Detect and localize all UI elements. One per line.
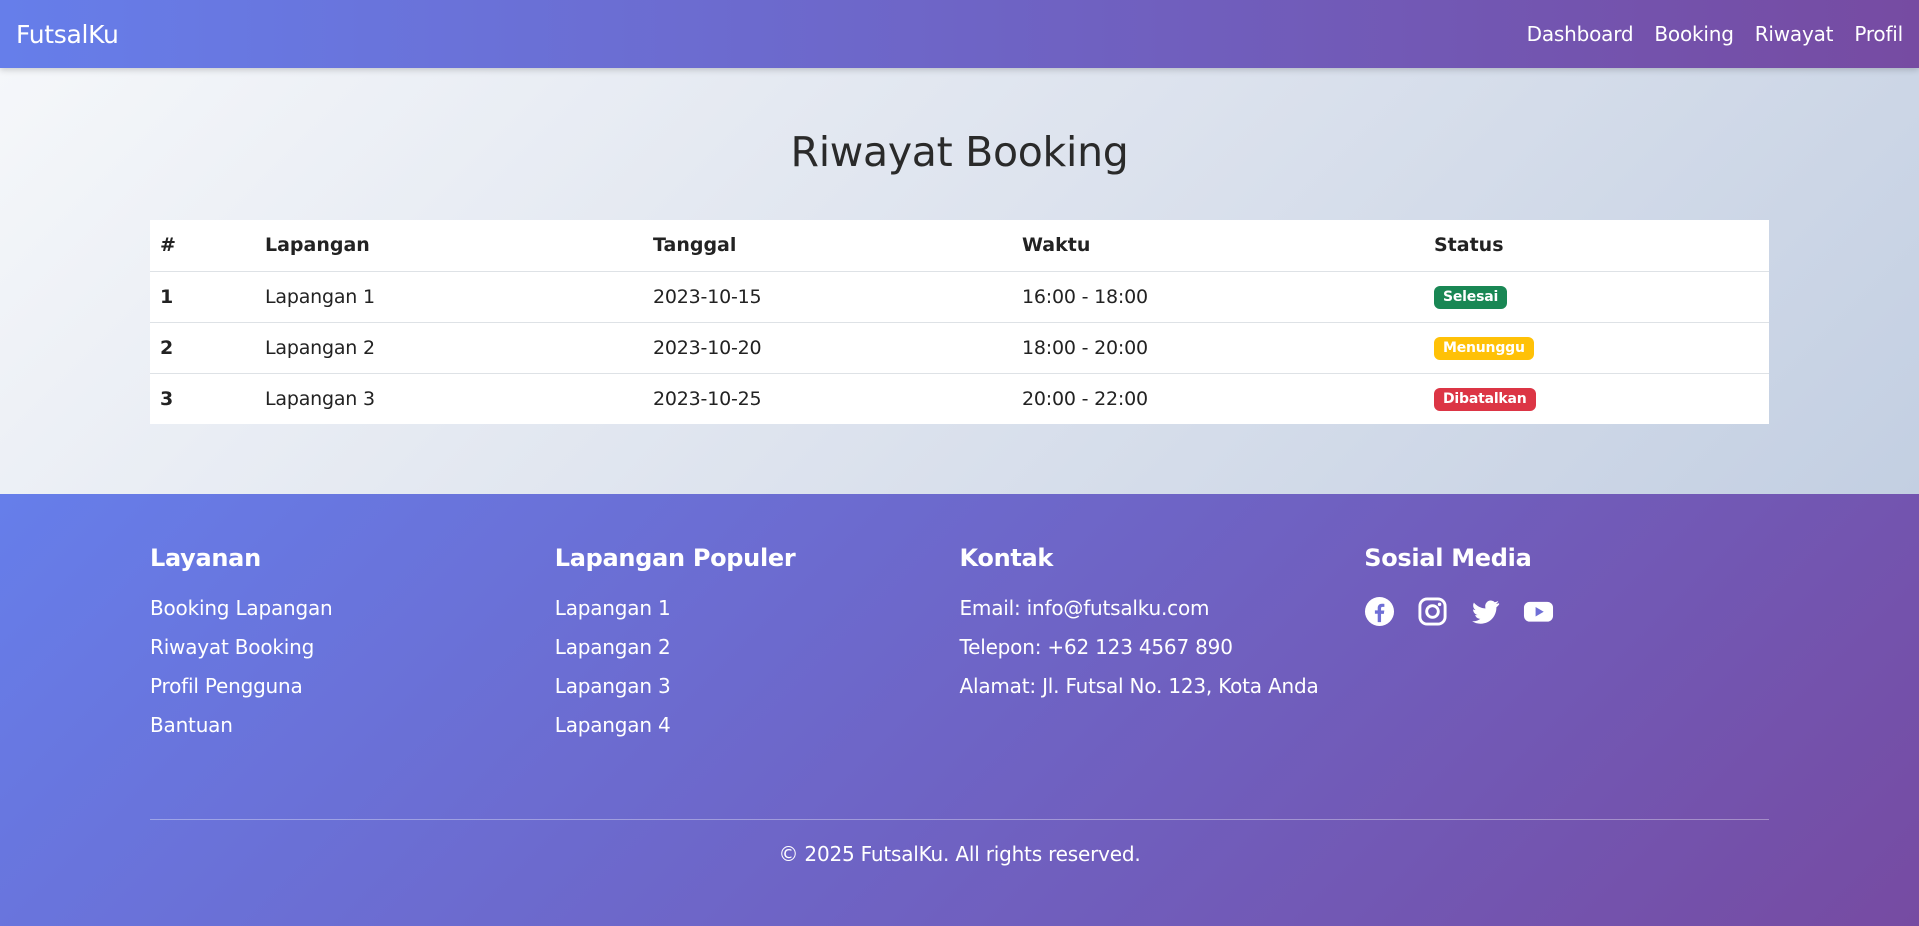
footer-heading-kontak: Kontak [959, 544, 1054, 572]
nav-link-riwayat[interactable]: Riwayat [1755, 22, 1834, 46]
footer-column-lapangan-populer: Lapangan Populer Lapangan 1 Lapangan 2 L… [555, 544, 960, 819]
youtube-icon[interactable] [1523, 596, 1554, 627]
main-content: Riwayat Booking # Lapangan Tanggal Waktu… [0, 68, 1919, 494]
row-number: 3 [150, 372, 255, 424]
footer-link-lapangan-4[interactable]: Lapangan 4 [555, 713, 960, 737]
footer: Layanan Booking Lapangan Riwayat Booking… [0, 494, 1919, 926]
row-number: 2 [150, 321, 255, 373]
cell-status: Selesai [1424, 270, 1769, 322]
contact-phone: Telepon: +62 123 4567 890 [959, 635, 1233, 659]
nav-link-dashboard[interactable]: Dashboard [1527, 22, 1634, 46]
booking-history-table: # Lapangan Tanggal Waktu Status 1 Lapang… [150, 220, 1769, 424]
footer-link-booking-lapangan[interactable]: Booking Lapangan [150, 596, 555, 620]
footer-link-lapangan-2[interactable]: Lapangan 2 [555, 635, 960, 659]
cell-waktu: 18:00 - 20:00 [1012, 321, 1424, 373]
column-header-status: Status [1434, 234, 1504, 257]
cell-waktu: 16:00 - 18:00 [1012, 270, 1424, 322]
footer-link-lapangan-1[interactable]: Lapangan 1 [555, 596, 960, 620]
footer-column-sosial-media: Sosial Media [1364, 544, 1769, 819]
column-header-number: # [160, 234, 176, 257]
footer-link-bantuan[interactable]: Bantuan [150, 713, 555, 737]
nav-link-booking[interactable]: Booking [1654, 22, 1734, 46]
footer-link-lapangan-3[interactable]: Lapangan 3 [555, 674, 960, 698]
cell-tanggal: 2023-10-15 [643, 270, 1012, 322]
footer-heading-layanan: Layanan [150, 544, 261, 572]
nav-link-profil[interactable]: Profil [1854, 22, 1903, 46]
footer-column-kontak: Kontak Email: info@futsalku.com Telepon:… [960, 544, 1365, 819]
footer-heading-lapangan-populer: Lapangan Populer [554, 544, 796, 572]
status-badge: Selesai [1434, 285, 1508, 310]
cell-lapangan: Lapangan 3 [255, 372, 643, 424]
footer-heading-sosial-media: Sosial Media [1364, 544, 1532, 572]
cell-lapangan: Lapangan 2 [255, 321, 643, 373]
social-icons [1364, 596, 1769, 627]
copyright-text: © 2025 FutsalKu. All rights reserved. [778, 842, 1141, 866]
cell-tanggal: 2023-10-20 [643, 321, 1012, 373]
column-header-waktu: Waktu [1022, 234, 1091, 257]
contact-email: Email: info@futsalku.com [959, 596, 1210, 620]
row-number: 1 [150, 270, 255, 322]
instagram-icon[interactable] [1417, 596, 1448, 627]
contact-address: Alamat: Jl. Futsal No. 123, Kota Anda [959, 674, 1319, 698]
navbar: FutsalKu Dashboard Booking Riwayat Profi… [0, 0, 1919, 68]
table-row: 1 Lapangan 1 2023-10-15 16:00 - 18:00 Se… [150, 270, 1769, 322]
brand-logo[interactable]: FutsalKu [16, 20, 119, 49]
nav-links: Dashboard Booking Riwayat Profil [1527, 22, 1904, 46]
cell-tanggal: 2023-10-25 [643, 372, 1012, 424]
cell-lapangan: Lapangan 1 [255, 270, 643, 322]
footer-column-layanan: Layanan Booking Lapangan Riwayat Booking… [150, 544, 555, 819]
column-header-tanggal: Tanggal [653, 234, 737, 257]
cell-status: Dibatalkan [1424, 372, 1769, 424]
facebook-icon[interactable] [1364, 596, 1395, 627]
twitter-icon[interactable] [1470, 596, 1501, 627]
table-header-row: # Lapangan Tanggal Waktu Status [150, 220, 1769, 271]
status-badge: Menunggu [1434, 336, 1534, 361]
status-badge: Dibatalkan [1434, 388, 1536, 412]
page-title: Riwayat Booking [790, 128, 1129, 176]
cell-waktu: 20:00 - 22:00 [1012, 372, 1424, 424]
table-row: 2 Lapangan 2 2023-10-20 18:00 - 20:00 Me… [150, 321, 1769, 373]
table-row: 3 Lapangan 3 2023-10-25 20:00 - 22:00 Di… [150, 372, 1769, 424]
footer-link-riwayat-booking[interactable]: Riwayat Booking [150, 635, 555, 659]
column-header-lapangan: Lapangan [265, 234, 370, 257]
footer-link-profil-pengguna[interactable]: Profil Pengguna [150, 674, 555, 698]
cell-status: Menunggu [1424, 321, 1769, 373]
